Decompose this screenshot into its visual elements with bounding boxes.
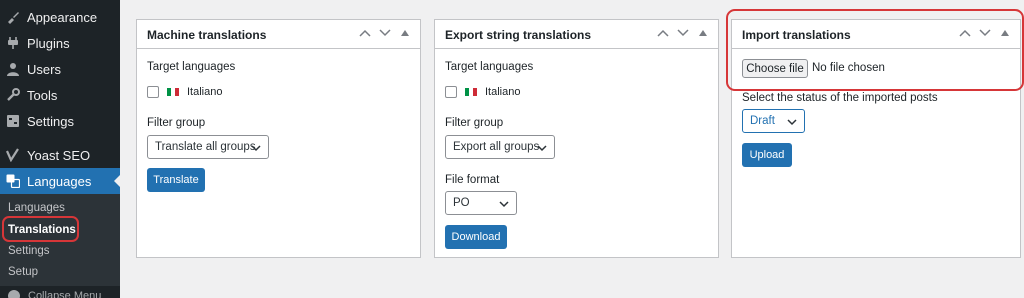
menu-label: Plugins: [27, 35, 70, 51]
admin-sidebar: Appearance Plugins Users Tools Settings …: [0, 0, 120, 298]
machine-translations-panel: Machine translations Target languages It…: [136, 19, 421, 258]
select-value: Export all groups: [453, 141, 540, 153]
file-format-select[interactable]: PO: [445, 191, 517, 215]
export-translations-panel: Export string translations Target langua…: [434, 19, 719, 258]
menu-label: Appearance: [27, 9, 98, 25]
panel-header: Export string translations: [435, 20, 718, 49]
italiano-checkbox[interactable]: [445, 86, 457, 98]
translate-button[interactable]: Translate: [147, 168, 205, 192]
menu-label: Tools: [27, 87, 58, 103]
target-languages-label: Target languages: [445, 61, 534, 73]
filter-group-label: Filter group: [147, 117, 206, 129]
language-label: Italiano: [187, 86, 223, 98]
chevron-down-icon: [499, 199, 509, 211]
panel-controls: [656, 26, 710, 40]
menu-item-yoast-seo[interactable]: Yoast SEO: [0, 142, 120, 168]
submenu-item-languages[interactable]: Languages: [8, 202, 65, 214]
move-down-icon[interactable]: [676, 26, 690, 40]
menu-item-languages[interactable]: Languages: [0, 168, 120, 194]
menu-label: Languages: [27, 173, 92, 189]
toggle-panel-icon[interactable]: [696, 26, 710, 40]
file-format-label: File format: [445, 174, 500, 186]
users-icon: [6, 62, 20, 76]
select-value: Translate all groups: [155, 141, 256, 153]
italy-flag-icon: [167, 88, 179, 96]
target-languages-label: Target languages: [147, 61, 236, 73]
translations-highlight: [2, 216, 79, 242]
menu-item-users[interactable]: Users: [0, 56, 120, 82]
menu-item-appearance[interactable]: Appearance: [0, 4, 120, 30]
submenu-item-settings[interactable]: Settings: [8, 245, 50, 257]
italiano-checkbox[interactable]: [147, 86, 159, 98]
yoast-icon: [6, 148, 20, 162]
chevron-down-icon: [787, 117, 797, 129]
paintbrush-icon: [6, 10, 20, 24]
chevron-down-icon: [251, 143, 261, 155]
import-panel-highlight: [726, 9, 1024, 91]
move-down-icon[interactable]: [378, 26, 392, 40]
collapse-menu-button[interactable]: Collapse Menu: [8, 290, 101, 298]
post-status-select[interactable]: Draft: [742, 109, 805, 133]
upload-button[interactable]: Upload: [742, 143, 792, 167]
menu-item-settings[interactable]: Settings: [0, 108, 120, 134]
wrench-icon: [6, 88, 20, 102]
menu-item-plugins[interactable]: Plugins: [0, 30, 120, 56]
translation-icon: [6, 174, 20, 188]
menu-label: Users: [27, 61, 61, 77]
filter-group-select[interactable]: Translate all groups: [147, 135, 269, 159]
collapse-icon: [8, 290, 20, 298]
collapse-label: Collapse Menu: [28, 290, 102, 298]
post-status-label: Select the status of the imported posts: [742, 92, 938, 104]
panel-header: Machine translations: [137, 20, 420, 49]
language-label: Italiano: [485, 86, 521, 98]
active-indicator: [114, 175, 120, 187]
toggle-panel-icon[interactable]: [398, 26, 412, 40]
menu-label: Settings: [27, 113, 74, 129]
panel-title: Machine translations: [147, 28, 267, 42]
panel-title: Export string translations: [445, 28, 592, 42]
italy-flag-icon: [465, 88, 477, 96]
select-value: PO: [453, 197, 470, 209]
plugin-icon: [6, 36, 20, 50]
settings-icon: [6, 114, 20, 128]
menu-label: Yoast SEO: [27, 147, 91, 163]
move-up-icon[interactable]: [358, 26, 372, 40]
filter-group-select[interactable]: Export all groups: [445, 135, 555, 159]
submenu-item-setup[interactable]: Setup: [8, 266, 38, 278]
chevron-down-icon: [537, 143, 547, 155]
move-up-icon[interactable]: [656, 26, 670, 40]
panel-controls: [358, 26, 412, 40]
download-button[interactable]: Download: [445, 225, 507, 249]
menu-item-tools[interactable]: Tools: [0, 82, 120, 108]
select-value: Draft: [750, 115, 775, 127]
filter-group-label: Filter group: [445, 117, 504, 129]
